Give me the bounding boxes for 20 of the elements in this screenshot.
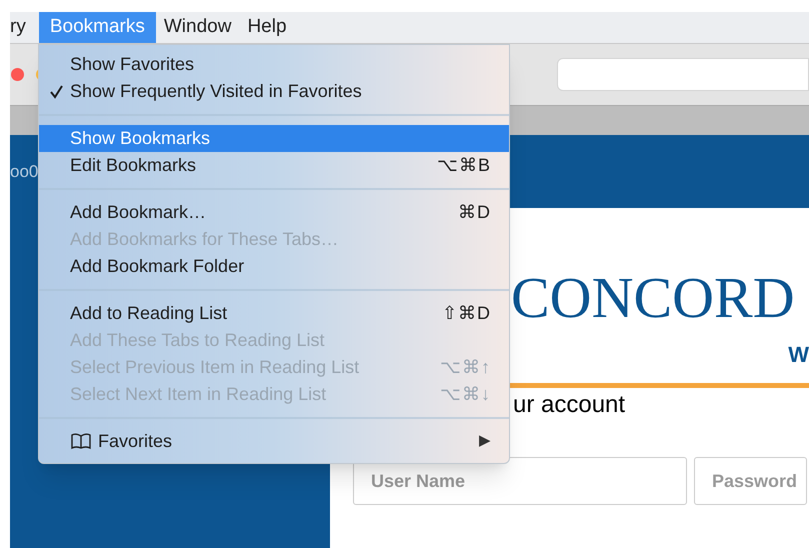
text-field[interactable]: Password [694,457,807,505]
header-text: oo0 [10,160,38,183]
menu-item[interactable]: Show Favorites [39,51,509,78]
address-field[interactable] [557,58,809,91]
menu-item[interactable]: Add to Reading List ⇧⌘D [39,300,509,327]
tagline-text: W [788,340,809,368]
page-heading: ur account [513,390,626,420]
menu-item[interactable]: Add Bookmark Folder [39,253,509,280]
menu-item[interactable]: Add Bookmark… ⌘D [39,199,509,226]
menu-item[interactable]: Show Bookmarks [39,125,509,152]
menu-item[interactable]: Edit Bookmarks ⌥⌘B [39,152,509,179]
book-icon [70,433,92,450]
menu-bar-item[interactable]: ry [10,12,39,43]
logo-text: CONCORD [511,264,795,332]
menu-item[interactable]: Show Frequently Visited in Favorites [39,78,509,105]
close-window-button[interactable] [11,68,24,81]
text-field[interactable]: User Name [353,457,687,505]
menu-bar-item[interactable]: Window [156,12,240,43]
menu-bar-item[interactable]: Help [239,12,295,43]
submenu-item[interactable]: Favorites ▶ [39,428,509,455]
